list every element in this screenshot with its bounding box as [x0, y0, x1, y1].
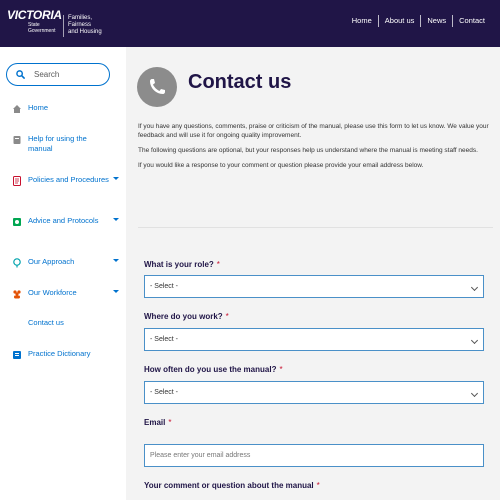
usage-select[interactable]: - Select - [144, 381, 484, 404]
sidebar-item-label: Contact us [28, 318, 64, 327]
search-input[interactable]: Search [6, 63, 110, 86]
department-name: Families, Fairness and Housing [68, 15, 102, 35]
intro-paragraph: If you have any questions, comments, pra… [138, 123, 489, 139]
comment-label: Your comment or question about the manua… [144, 481, 320, 490]
section-divider [138, 227, 493, 228]
people-icon [13, 290, 21, 299]
intro-paragraph: The following questions are optional, bu… [138, 147, 478, 154]
sidebar-item-contact[interactable]: Contact us [28, 318, 128, 328]
intro-text: If you have any questions, comments, pra… [138, 122, 493, 176]
required-marker: * [279, 365, 283, 374]
sidebar-item-approach[interactable]: Our Approach [12, 257, 119, 268]
site-header: VICTORIA State Government Families, Fair… [0, 0, 500, 47]
sidebar-item-workforce[interactable]: Our Workforce [12, 288, 119, 299]
shield-icon [13, 218, 21, 226]
chevron-down-icon[interactable] [113, 218, 119, 221]
usage-label: How often do you use the manual? * [144, 365, 283, 374]
sidebar-item-label: Advice and Protocols [28, 216, 99, 225]
sidebar-item-home[interactable]: Home [12, 103, 112, 114]
victoria-government-logo[interactable]: VICTORIA State Government [7, 8, 62, 40]
chevron-down-icon[interactable] [113, 259, 119, 262]
logo-divider [63, 15, 64, 37]
phone-icon [150, 79, 165, 94]
top-navigation: Home About us News Contact [346, 15, 491, 27]
sidebar-item-policies[interactable]: Policies and Procedures [12, 175, 119, 186]
sidebar-item-label: Our Approach [28, 257, 75, 266]
contact-badge [137, 67, 177, 107]
sidebar-item-help[interactable]: Help for using the manual [12, 134, 112, 154]
sidebar-item-label: Help for using the manual [28, 134, 87, 153]
required-marker: * [216, 260, 220, 269]
search-placeholder: Search [34, 70, 60, 79]
sidebar-item-advice[interactable]: Advice and Protocols [12, 216, 119, 227]
email-label: Email * [144, 418, 172, 427]
sidebar-item-label: Our Workforce [28, 288, 77, 297]
book-icon [13, 136, 21, 144]
work-select-value: - Select - [150, 336, 179, 343]
required-marker: * [168, 418, 172, 427]
sidebar-item-dictionary[interactable]: Practice Dictionary [12, 349, 112, 360]
topnav-about-link[interactable]: About us [377, 15, 421, 27]
sidebar-item-label: Home [28, 103, 49, 112]
sidebar: Search Home Help for using the manual Po… [0, 47, 126, 500]
chevron-down-icon [470, 389, 479, 398]
sidebar-item-label: Policies and Procedures [28, 175, 109, 184]
chevron-down-icon[interactable] [113, 290, 119, 293]
document-icon [13, 176, 21, 186]
email-field[interactable]: Please enter your email address [144, 444, 484, 467]
chevron-down-icon [470, 336, 479, 345]
main-content: Contact us If you have any questions, co… [126, 47, 500, 500]
email-placeholder: Please enter your email address [150, 452, 251, 459]
chevron-down-icon [470, 283, 479, 292]
logo-wordmark: VICTORIA [7, 8, 62, 22]
role-select-value: - Select - [150, 283, 179, 290]
intro-paragraph: If you would like a response to your com… [138, 162, 424, 169]
chevron-down-icon[interactable] [113, 177, 119, 180]
sidebar-item-label: Practice Dictionary [28, 349, 91, 358]
logo-subtext: State Government [28, 22, 56, 34]
dictionary-icon [13, 351, 21, 359]
topnav-contact-link[interactable]: Contact [452, 15, 491, 27]
topnav-home-link[interactable]: Home [346, 15, 378, 27]
search-icon [16, 70, 25, 79]
required-marker: * [316, 481, 320, 490]
home-icon [13, 105, 21, 113]
role-select[interactable]: - Select - [144, 275, 484, 298]
page-title: Contact us [188, 71, 292, 93]
work-label: Where do you work? * [144, 312, 229, 321]
work-select[interactable]: - Select - [144, 328, 484, 351]
required-marker: * [225, 312, 229, 321]
usage-select-value: - Select - [150, 389, 179, 396]
lightbulb-icon [13, 258, 21, 268]
role-label: What is your role? * [144, 260, 220, 269]
topnav-news-link[interactable]: News [420, 15, 452, 27]
